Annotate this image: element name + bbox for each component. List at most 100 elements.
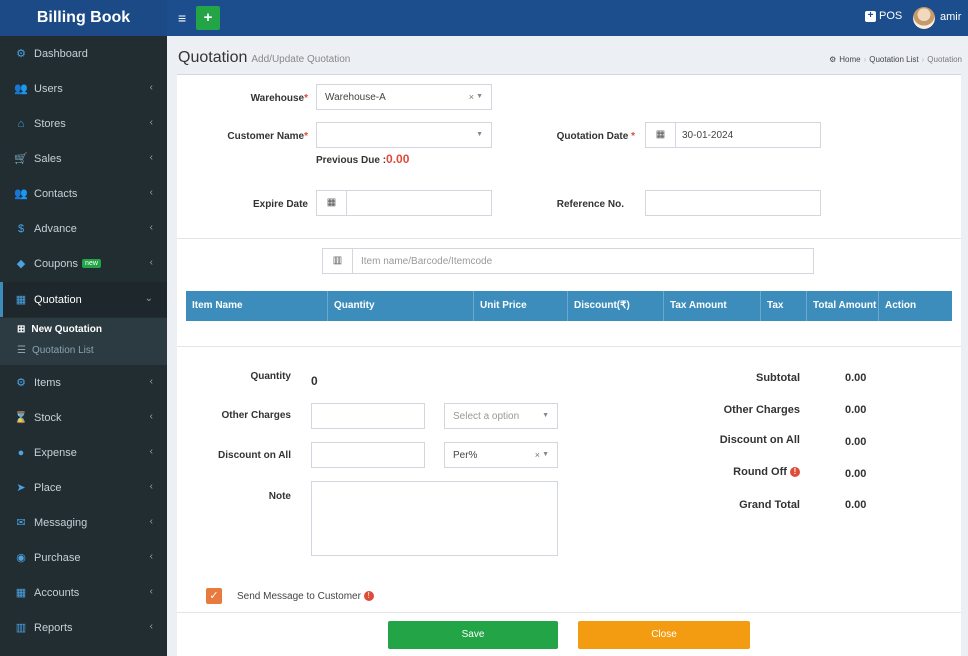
cart-icon: 🛒	[14, 153, 28, 165]
reference-input[interactable]	[645, 190, 821, 216]
sidebar-item-label: Purchase	[34, 551, 81, 564]
clear-icon[interactable]: ×	[535, 450, 540, 460]
submenu-quotation-list[interactable]: ☰ Quotation List	[17, 345, 94, 356]
sidebar-item-advance[interactable]: $ Advance ‹	[0, 211, 167, 246]
sidebar-item-stores[interactable]: ⌂ Stores ‹	[0, 106, 167, 141]
tag-icon: ◆	[16, 258, 26, 270]
dashboard-icon: ⚙	[16, 48, 26, 60]
save-button[interactable]: Save	[388, 621, 558, 649]
sidebar-item-expense[interactable]: ● Expense ‹	[0, 435, 167, 470]
plus-square-icon: ⊞	[17, 324, 26, 335]
expire-date-label: Expire Date	[252, 199, 308, 210]
sidebar-item-label: Coupons	[34, 257, 79, 270]
app-logo[interactable]: Billing Book	[0, 0, 167, 36]
other-charges-input[interactable]	[311, 403, 425, 429]
note-textarea[interactable]	[311, 481, 558, 556]
calendar-icon: ▦	[646, 123, 676, 147]
discount-type-value: Per%	[453, 449, 478, 461]
sidebar-item-coupons[interactable]: ◆ Coupons new ‹	[0, 246, 167, 281]
chevron-left-icon: ‹	[149, 516, 153, 527]
col-action: Action	[885, 300, 917, 311]
subtotal-label: Subtotal	[756, 372, 800, 384]
submenu-new-quotation[interactable]: ⊞ New Quotation	[17, 324, 102, 335]
previous-due-value: 0.00	[386, 152, 410, 166]
sidebar-item-label: Stock	[34, 411, 62, 424]
chevron-left-icon: ‹	[149, 117, 153, 128]
info-icon[interactable]: !	[363, 591, 374, 601]
accounts-icon: ▦	[15, 587, 27, 599]
section-divider	[177, 612, 961, 613]
item-search-input[interactable]: ▥ Item name/Barcode/Itemcode	[322, 248, 814, 274]
caret-down-icon: ▼	[542, 451, 549, 458]
plus-square-icon: +	[865, 10, 876, 22]
sidebar-item-label: Messaging	[34, 516, 88, 529]
chevron-left-icon: ‹	[149, 82, 153, 93]
sidebar-item-label: Items	[34, 376, 61, 389]
top-navbar: Billing Book ≡ + + POS amir	[0, 0, 968, 36]
breadcrumb-separator: ›	[863, 55, 867, 64]
other-charges-select-value: Select a option	[453, 410, 520, 422]
chevron-left-icon: ‹	[149, 257, 153, 268]
sidebar-item-purchase[interactable]: ◉ Purchase ‹	[0, 540, 167, 575]
sidebar-item-sales[interactable]: 🛒 Sales ‹	[0, 141, 167, 176]
calendar-icon: ▦	[15, 294, 27, 306]
barcode-icon: ▥	[323, 249, 353, 273]
sidebar-item-label: Dashboard	[34, 47, 88, 60]
sidebar-item-stock[interactable]: ⌛ Stock ‹	[0, 400, 167, 435]
home-icon: ⚙	[829, 55, 837, 64]
send-message-checkbox[interactable]: ✓	[206, 588, 222, 604]
page-subtitle: Add/Update Quotation	[251, 54, 351, 65]
purchase-icon: ◉	[16, 552, 26, 564]
discount-all-label: Discount on All	[218, 450, 291, 461]
breadcrumb-quotation-list[interactable]: Quotation List	[869, 55, 918, 64]
chevron-left-icon: ‹	[149, 481, 153, 492]
sidebar-item-quotation[interactable]: ▦ Quotation ⌄	[0, 282, 167, 317]
subtotal-value: 0.00	[845, 372, 867, 384]
sidebar-item-contacts[interactable]: 👥 Contacts ‹	[0, 176, 167, 211]
quantity-value: 0	[311, 374, 318, 388]
sidebar-item-messaging[interactable]: ✉ Messaging ‹	[0, 505, 167, 540]
previous-due-label: Previous Due :	[316, 155, 387, 166]
location-icon: ➤	[16, 482, 26, 494]
sidebar-item-label: Contacts	[34, 187, 78, 200]
discount-type-select[interactable]: Per% × ▼	[444, 442, 558, 468]
sidebar-item-label: Stores	[34, 117, 66, 130]
sidebar-item-label: Users	[34, 82, 63, 95]
col-tax-amount: Tax Amount	[664, 291, 761, 321]
customer-select[interactable]: ▼	[316, 122, 492, 148]
pos-link[interactable]: + POS	[865, 10, 902, 22]
expire-date-input[interactable]: ▦	[316, 190, 492, 216]
sidebar-item-accounts[interactable]: ▦ Accounts ‹	[0, 575, 167, 610]
warehouse-value: Warehouse-A	[325, 91, 386, 103]
discount-all-input[interactable]	[311, 442, 425, 468]
customer-name-label: Customer Name*	[227, 131, 308, 142]
sidebar-item-label: Quotation	[34, 293, 82, 306]
grand-total-label: Grand Total	[739, 499, 800, 511]
other-charges-tax-select[interactable]: Select a option ▼	[444, 403, 558, 429]
sidebar-item-items[interactable]: ⚙ Items ‹	[0, 365, 167, 400]
info-icon[interactable]: !	[790, 467, 800, 477]
sidebar-item-users[interactable]: 👥 Users ‹	[0, 71, 167, 106]
sidebar-item-reports[interactable]: ▥ Reports ‹	[0, 610, 167, 645]
contacts-icon: 👥	[14, 188, 28, 200]
sidebar-item-label: Accounts	[34, 586, 80, 599]
user-name[interactable]: amir	[940, 11, 961, 23]
menu-toggle-icon[interactable]: ≡	[178, 9, 186, 27]
col-unit-price: Unit Price	[474, 291, 568, 321]
clear-icon[interactable]: ×	[469, 92, 474, 102]
sidebar-item-place[interactable]: ➤ Place ‹	[0, 470, 167, 505]
warehouse-select[interactable]: Warehouse-A × ▼	[316, 84, 492, 110]
users-icon: 👥	[14, 83, 28, 95]
sidebar-item-dashboard[interactable]: ⚙ Dashboard	[0, 36, 167, 71]
list-icon: ☰	[17, 345, 26, 356]
avatar[interactable]	[913, 7, 935, 29]
quotation-date-input[interactable]: ▦ 30-01-2024	[645, 122, 821, 148]
breadcrumb: ⚙ Home › Quotation List › Quotation	[829, 55, 962, 64]
close-button[interactable]: Close	[578, 621, 750, 649]
warehouse-label: Warehouse*	[250, 93, 308, 104]
quick-add-button[interactable]: +	[196, 6, 220, 30]
col-item-name: Item Name	[186, 291, 328, 321]
other-charges-summary-label: Other Charges	[723, 404, 800, 416]
breadcrumb-home[interactable]: Home	[839, 55, 860, 64]
minus-circle-icon: ●	[17, 446, 25, 459]
